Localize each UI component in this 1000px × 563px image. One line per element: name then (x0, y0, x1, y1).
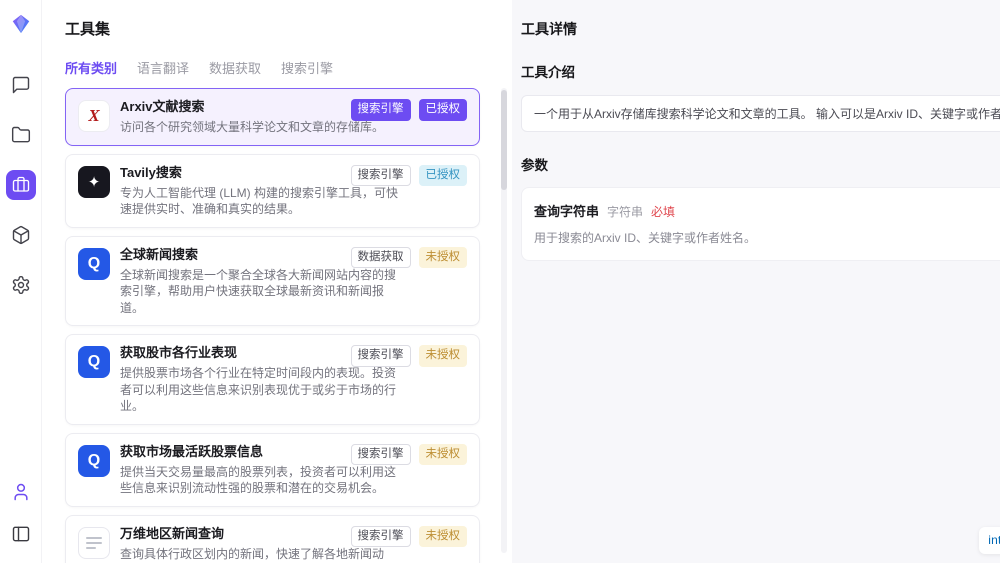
parameter-description: 用于搜索的Arxiv ID、关键字或作者姓名。 (534, 229, 1000, 246)
app-window: 工具集 所有类别 语言翻译 数据获取 搜索引擎 X Arxiv文献搜索 访问各个… (0, 0, 1000, 563)
tool-card-list: X Arxiv文献搜索 访问各个研究领域大量科学论文和文章的存储库。 搜索引擎 … (42, 88, 512, 563)
category-badge: 数据获取 (351, 247, 411, 269)
params-section-title: 参数 (521, 154, 1000, 174)
scrollbar-track (501, 88, 507, 553)
category-tabs: 所有类别 语言翻译 数据获取 搜索引擎 (65, 58, 512, 77)
tool-card-tavily[interactable]: ✦ Tavily搜索 专为人工智能代理 (LLM) 构建的搜索引擎工具，可快速提… (65, 154, 480, 228)
category-badge: 搜索引擎 (351, 526, 411, 548)
page-title: 工具集 (65, 18, 512, 39)
tab-all-categories[interactable]: 所有类别 (65, 58, 117, 77)
arxiv-icon: X (78, 100, 110, 132)
intro-section-title: 工具介绍 (521, 61, 1000, 81)
folder-icon[interactable] (6, 120, 36, 150)
parameter-name: 查询字符串 (534, 201, 599, 220)
tool-description: 访问各个研究领域大量科学论文和文章的存储库。 (120, 119, 400, 136)
tool-badges: 数据获取 未授权 (351, 247, 468, 269)
stock-icon: Q (78, 346, 110, 378)
auth-badge: 未授权 (419, 247, 468, 269)
category-badge: 搜索引擎 (351, 99, 411, 121)
tab-language-translation[interactable]: 语言翻译 (137, 58, 189, 77)
tool-card-sector-performance[interactable]: Q 获取股市各行业表现 提供股票市场各个行业在特定时间段内的表现。投资者可以利用… (65, 334, 480, 425)
scrollbar-thumb[interactable] (501, 90, 507, 190)
intel-text: intel (988, 533, 1000, 547)
rail-main-icons (6, 70, 36, 300)
auth-badge: 未授权 (419, 345, 468, 367)
tool-card-active-stocks[interactable]: Q 获取市场最活跃股票信息 提供当天交易量最高的股票列表，投资者可以利用这些信息… (65, 433, 480, 507)
auth-badge: 未授权 (419, 526, 468, 548)
tool-card-arxiv[interactable]: X Arxiv文献搜索 访问各个研究领域大量科学论文和文章的存储库。 搜索引擎 … (65, 88, 480, 146)
tool-card-global-news[interactable]: Q 全球新闻搜索 全球新闻搜索是一个聚合全球各大新闻网站内容的搜索引擎，帮助用户… (65, 236, 480, 327)
tavily-icon: ✦ (78, 166, 110, 198)
tab-search-engine[interactable]: 搜索引擎 (281, 58, 333, 77)
tool-badges: 搜索引擎 未授权 (351, 345, 468, 367)
user-icon[interactable] (6, 477, 36, 507)
panel-left-icon[interactable] (6, 519, 36, 549)
parameter-header: 查询字符串 字符串 必填 (534, 201, 1000, 220)
tool-intro-box: 一个用于从Arxiv存储库搜索科学论文和文章的工具。 输入可以是Arxiv ID… (521, 95, 1000, 132)
tool-description: 全球新闻搜索是一个聚合全球各大新闻网站内容的搜索引擎，帮助用户快速获取全球最新资… (120, 267, 400, 317)
news-icon: Q (78, 248, 110, 280)
box-icon[interactable] (6, 220, 36, 250)
briefcase-icon[interactable] (6, 170, 36, 200)
tool-badges: 搜索引擎 未授权 (351, 444, 468, 466)
parameter-card: 查询字符串 字符串 必填 用于搜索的Arxiv ID、关键字或作者姓名。 (521, 187, 1000, 261)
auth-badge: 已授权 (419, 99, 468, 121)
category-badge: 搜索引擎 (351, 444, 411, 466)
stock-icon: Q (78, 445, 110, 477)
chat-icon[interactable] (6, 70, 36, 100)
document-icon (78, 527, 110, 559)
rail-bottom-icons (6, 477, 36, 549)
detail-title: 工具详情 (521, 19, 1000, 39)
icon-rail (0, 0, 42, 563)
category-badge: 搜索引擎 (351, 345, 411, 367)
gear-icon[interactable] (6, 270, 36, 300)
parameter-type: 字符串 (607, 203, 643, 220)
tool-card-regional-news[interactable]: 万维地区新闻查询 查询具体行政区划内的新闻，快速了解各地新闻动 搜索引擎 未授权 (65, 515, 480, 563)
intel-core-logo: intel CORE (979, 527, 1000, 554)
parameter-required-flag: 必填 (651, 203, 675, 220)
tool-badges: 搜索引擎 未授权 (351, 526, 468, 548)
auth-badge: 未授权 (419, 444, 468, 466)
tool-detail-panel: 工具详情 工具介绍 一个用于从Arxiv存储库搜索科学论文和文章的工具。 输入可… (512, 0, 1000, 563)
tool-description: 提供当天交易量最高的股票列表，投资者可以利用这些信息来识别流动性强的股票和潜在的… (120, 464, 400, 497)
tool-list-panel: 工具集 所有类别 语言翻译 数据获取 搜索引擎 X Arxiv文献搜索 访问各个… (42, 0, 512, 563)
category-badge: 搜索引擎 (351, 165, 411, 187)
tab-data-fetch[interactable]: 数据获取 (209, 58, 261, 77)
app-logo-icon[interactable] (10, 13, 32, 38)
tool-intro-text: 一个用于从Arxiv存储库搜索科学论文和文章的工具。 输入可以是Arxiv ID… (534, 107, 1000, 121)
tool-description: 查询具体行政区划内的新闻，快速了解各地新闻动 (120, 546, 400, 563)
tool-description: 提供股票市场各个行业在特定时间段内的表现。投资者可以利用这些信息来识别表现优于或… (120, 365, 400, 415)
tool-badges: 搜索引擎 已授权 (351, 99, 468, 121)
tool-description: 专为人工智能代理 (LLM) 构建的搜索引擎工具，可快速提供实时、准确和真实的结… (120, 185, 400, 218)
auth-badge: 已授权 (419, 165, 468, 187)
tool-badges: 搜索引擎 已授权 (351, 165, 468, 187)
